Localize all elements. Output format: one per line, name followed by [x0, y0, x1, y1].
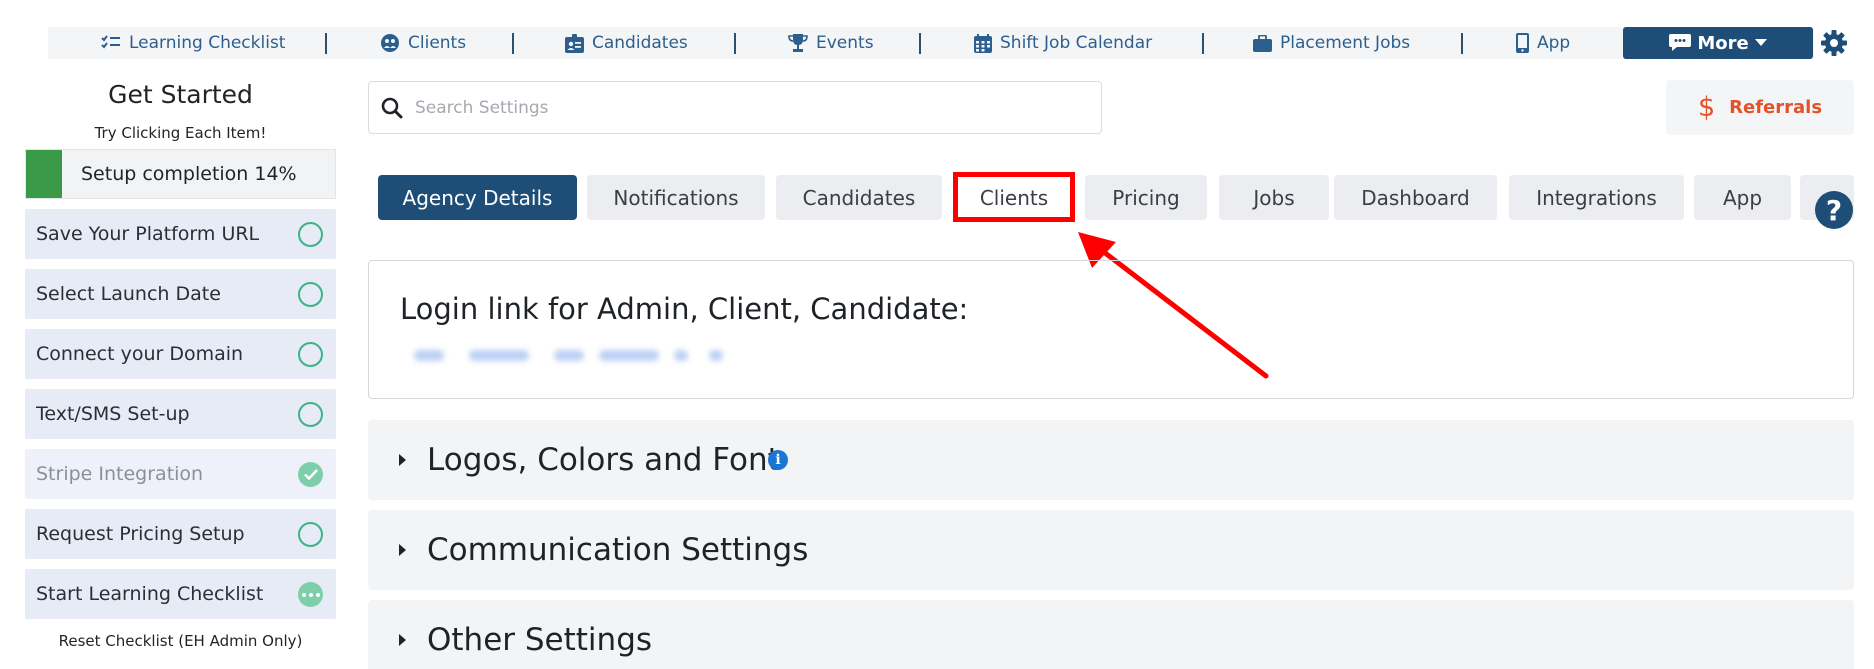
checklist-item-label: Stripe Integration: [36, 463, 204, 485]
nav-label: Events: [816, 33, 874, 53]
section-label: Communication Settings: [427, 532, 809, 568]
checklist-icon: [101, 35, 120, 49]
nav-divider: [734, 33, 736, 54]
search-icon: [381, 97, 403, 118]
nav-clients[interactable]: Clients: [380, 27, 466, 59]
circle-outline-icon: [298, 342, 323, 367]
tab-jobs[interactable]: Jobs: [1219, 175, 1329, 220]
nav-events[interactable]: Events: [788, 27, 874, 59]
caret-right-icon: [399, 454, 406, 466]
tab-dashboard[interactable]: Dashboard: [1334, 175, 1497, 220]
nav-divider: [512, 33, 514, 54]
section-other-settings[interactable]: Other Settings: [368, 600, 1854, 669]
circle-outline-icon: [298, 522, 323, 547]
checklist-item-label: Select Launch Date: [36, 283, 221, 305]
setup-progress-bar: Setup completion 14%: [25, 149, 336, 199]
checklist-item-learning[interactable]: Start Learning Checklist: [25, 569, 336, 619]
more-label: More: [1697, 32, 1749, 54]
nav-divider: [919, 33, 921, 54]
redacted-login-url[interactable]: [414, 343, 744, 367]
checklist-item-label: Save Your Platform URL: [36, 223, 260, 245]
checklist-item-pricing[interactable]: Request Pricing Setup: [25, 509, 336, 559]
tab-pricing[interactable]: Pricing: [1085, 175, 1207, 220]
section-label: Other Settings: [427, 622, 653, 658]
checklist-item-launch-date[interactable]: Select Launch Date: [25, 269, 336, 319]
briefcase-icon: [1253, 34, 1272, 52]
referrals-button[interactable]: $ Referrals: [1666, 80, 1854, 135]
nav-divider: [1461, 33, 1463, 54]
section-communication-settings[interactable]: Communication Settings: [368, 510, 1854, 590]
id-badge-icon: [565, 33, 584, 53]
nav-label: Candidates: [592, 33, 688, 53]
top-navigation: Learning Checklist Clients Candidates Ev…: [48, 27, 1814, 59]
checklist-item-label: Start Learning Checklist: [36, 583, 264, 605]
ellipsis-circle-icon: [298, 582, 323, 607]
section-logos-colors-font[interactable]: Logos, Colors and Font i: [368, 420, 1854, 500]
section-label: Logos, Colors and Font: [427, 442, 780, 478]
tab-notifications[interactable]: Notifications: [587, 175, 765, 220]
tab-app[interactable]: App: [1694, 175, 1791, 220]
nav-learning-checklist[interactable]: Learning Checklist: [101, 27, 285, 59]
get-started-title: Get Started: [108, 80, 253, 109]
reset-checklist-link[interactable]: Reset Checklist (EH Admin Only): [25, 632, 336, 650]
nav-label: Clients: [408, 33, 467, 53]
mobile-icon: [1516, 33, 1529, 53]
tab-candidates[interactable]: Candidates: [776, 175, 942, 220]
nav-label: App: [1537, 33, 1571, 53]
trophy-icon: [788, 34, 808, 52]
checklist-item-sms[interactable]: Text/SMS Set-up: [25, 389, 336, 439]
get-started-subtitle: Try Clicking Each Item!: [94, 124, 267, 142]
search-input[interactable]: [415, 97, 1055, 118]
dollar-icon: $: [1697, 92, 1716, 123]
checklist-item-stripe[interactable]: Stripe Integration: [25, 449, 336, 499]
circle-outline-icon: [298, 222, 323, 247]
nav-label: Placement Jobs: [1280, 33, 1411, 53]
clients-icon: [381, 34, 399, 52]
tab-agency-details[interactable]: Agency Details: [378, 175, 577, 220]
progress-label: Setup completion 14%: [81, 163, 297, 185]
login-link-panel: Login link for Admin, Client, Candidate:: [368, 260, 1854, 399]
more-menu-button[interactable]: More: [1623, 27, 1813, 59]
help-button[interactable]: ?: [1815, 191, 1853, 229]
search-settings[interactable]: [368, 81, 1102, 134]
caret-down-icon: [1754, 39, 1767, 46]
caret-right-icon: [399, 634, 406, 646]
gear-icon[interactable]: [1820, 29, 1848, 57]
nav-divider: [325, 33, 327, 54]
caret-right-icon: [399, 544, 406, 556]
checklist-item-label: Request Pricing Setup: [36, 523, 245, 545]
referrals-label: Referrals: [1729, 97, 1823, 118]
info-icon[interactable]: i: [768, 450, 788, 470]
nav-divider: [1202, 33, 1204, 54]
calendar-icon: [974, 33, 992, 53]
nav-label: Shift Job Calendar: [1000, 33, 1153, 53]
checklist-item-platform-url[interactable]: Save Your Platform URL: [25, 209, 336, 259]
nav-candidates[interactable]: Candidates: [565, 27, 688, 59]
circle-outline-icon: [298, 282, 323, 307]
tab-integrations[interactable]: Integrations: [1509, 175, 1684, 220]
login-link-title: Login link for Admin, Client, Candidate:: [400, 292, 969, 326]
tab-clients[interactable]: Clients: [958, 175, 1070, 220]
checklist-item-domain[interactable]: Connect your Domain: [25, 329, 336, 379]
checklist-item-label: Text/SMS Set-up: [36, 403, 190, 425]
progress-fill: [26, 150, 63, 198]
nav-placement-jobs[interactable]: Placement Jobs: [1253, 27, 1410, 59]
checklist-item-label: Connect your Domain: [36, 343, 244, 365]
chat-bubble-icon: [1669, 34, 1692, 51]
nav-app[interactable]: App: [1516, 27, 1570, 59]
nav-label: Learning Checklist: [129, 33, 286, 53]
check-circle-icon: [298, 462, 323, 487]
circle-outline-icon: [298, 402, 323, 427]
nav-shift-job-calendar[interactable]: Shift Job Calendar: [974, 27, 1152, 59]
